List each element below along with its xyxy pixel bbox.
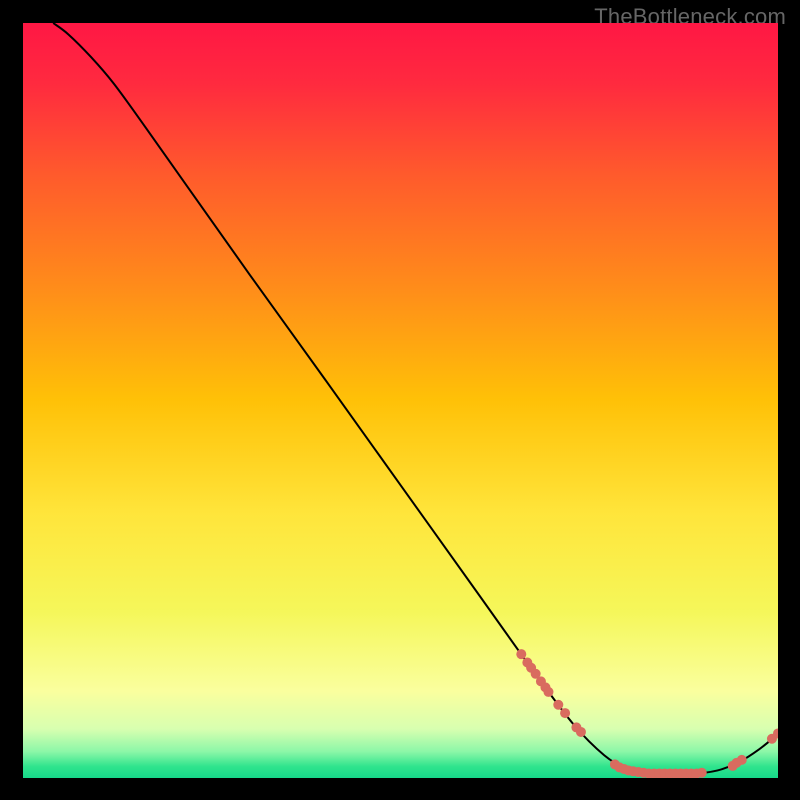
highlight-dot [560,708,570,718]
highlight-dot [737,755,747,765]
chart-frame: TheBottleneck.com [0,0,800,800]
gradient-background [23,23,778,778]
highlight-dot [697,768,707,778]
highlight-dot [576,727,586,737]
highlight-dot [553,700,563,710]
highlight-dot [543,687,553,697]
highlight-dot [516,649,526,659]
bottleneck-chart [23,23,778,778]
